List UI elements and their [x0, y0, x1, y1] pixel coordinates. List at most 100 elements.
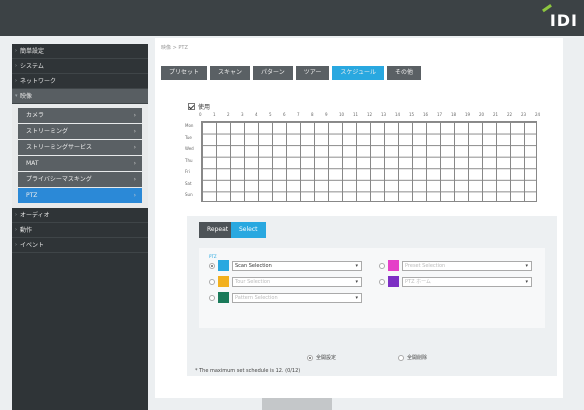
- chevron-right-icon: ›: [133, 112, 136, 119]
- day-label: Fri: [185, 169, 190, 175]
- day-label: Thu: [185, 157, 193, 163]
- dropdown-arrow-icon: ▾: [355, 294, 358, 301]
- schedule-grid: 0 1 2 3 4 5 6 7 8 9 10 11 12 13 14 15 16 17 18 19 20 21 22 23 24…: [185, 112, 549, 204]
- schedule-row-preset: Preset Selection ▾: [379, 260, 532, 271]
- chevron-right-icon: ›: [133, 176, 136, 183]
- schedule-select[interactable]: PTZ ホーム ▾: [402, 276, 532, 287]
- sidebar-item-audio[interactable]: › オーディオ: [12, 208, 148, 223]
- select-all-radio[interactable]: [307, 354, 313, 361]
- logo: IDI: [549, 11, 578, 30]
- schedule-select[interactable]: Pattern Selection ▾: [232, 292, 362, 303]
- hour-label: 6: [283, 112, 286, 117]
- sidebar-subitem-streaming-service[interactable]: ストリーミングサービス ›: [18, 140, 142, 155]
- sidebar: › 簡単設定 › システム › ネットワーク ▾ 映像 カメラ › ストリーミング › スト…: [12, 44, 148, 410]
- hour-label: 19: [465, 112, 471, 117]
- schedule-row-tour: Tour Selection ▾: [209, 276, 362, 287]
- dropdown-arrow-icon: ▾: [525, 262, 528, 269]
- sidebar-subitem-privacy-masking[interactable]: プライバシーマスキング ›: [18, 172, 142, 187]
- use-label: 使用: [198, 104, 211, 111]
- sidebar-subitem-mat[interactable]: MAT ›: [18, 156, 142, 171]
- day-label: Sat: [185, 180, 192, 186]
- color-swatch[interactable]: [218, 276, 229, 287]
- hour-label: 24: [535, 112, 541, 117]
- hour-label: 13: [381, 112, 387, 117]
- day-label: Mon: [185, 123, 194, 128]
- hour-header: 0 1 2 3 4 5 6 7 8 9 10 11 12 13 14 15 16 17 18 19 20 21 22 23 24: [199, 112, 549, 120]
- hour-label: 12: [367, 112, 373, 117]
- sidebar-submenu: カメラ › ストリーミング › ストリーミングサービス › MAT › プライバシーマス…: [12, 104, 148, 208]
- schedule-row-scan: Scan Selection ▾: [209, 260, 362, 271]
- dropdown-arrow-icon: ▾: [355, 262, 358, 269]
- dropdown-arrow-icon: ▾: [525, 278, 528, 285]
- color-swatch[interactable]: [388, 260, 399, 271]
- schedule-row-pattern: Pattern Selection ▾: [209, 292, 362, 303]
- hour-label: 22: [507, 112, 513, 117]
- day-label: Tue: [185, 134, 192, 140]
- color-swatch[interactable]: [388, 276, 399, 287]
- chevron-right-icon: ›: [133, 160, 136, 167]
- sidebar-item-operation[interactable]: › 動作: [12, 223, 148, 238]
- schedule-cells[interactable]: [201, 121, 537, 202]
- top-bar: IDI: [0, 0, 584, 36]
- schedule-radio[interactable]: [379, 278, 385, 285]
- sidebar-subitem-streaming[interactable]: ストリーミング ›: [18, 124, 142, 139]
- delete-all-radio[interactable]: [398, 354, 404, 361]
- hour-label: 2: [227, 112, 230, 117]
- hour-label: 15: [409, 112, 415, 117]
- tab-schedule[interactable]: スケジュール: [332, 66, 384, 80]
- ptz-label: PTZ: [209, 254, 217, 259]
- hour-label: 7: [297, 112, 300, 117]
- chevron-right-icon: ›: [15, 48, 17, 54]
- tab-scan[interactable]: スキャン: [210, 66, 251, 80]
- chevron-right-icon: ›: [133, 144, 136, 151]
- schedule-radio[interactable]: [379, 262, 385, 269]
- schedule-radio[interactable]: [209, 278, 215, 285]
- tab-preset[interactable]: プリセット: [161, 66, 208, 80]
- hour-label: 4: [255, 112, 258, 117]
- chevron-right-icon: ›: [15, 227, 17, 233]
- schedule-select[interactable]: Tour Selection ▾: [232, 276, 362, 287]
- schedule-radio[interactable]: [209, 294, 215, 301]
- tab-other[interactable]: その他: [386, 66, 421, 80]
- hour-label: 0: [199, 112, 202, 117]
- sidebar-item-quick-setup[interactable]: › 簡単設定: [12, 44, 148, 59]
- hour-label: 1: [213, 112, 216, 117]
- ptz-schedule-box: PTZ Scan Selection ▾ Tour Selection ▾ Patt…: [199, 248, 545, 328]
- hour-label: 20: [479, 112, 485, 117]
- hour-label: 18: [451, 112, 457, 117]
- sidebar-subitem-camera[interactable]: カメラ ›: [18, 108, 142, 123]
- schedule-row-ptz-home: PTZ ホーム ▾: [379, 276, 532, 287]
- sidebar-item-video[interactable]: ▾ 映像: [12, 89, 148, 104]
- chevron-right-icon: ›: [133, 128, 136, 135]
- hour-label: 8: [311, 112, 314, 117]
- main-panel: 映像 > PTZ プリセット スキャン パターン ツアー スケジュール その他 …: [155, 38, 563, 398]
- hour-label: 17: [437, 112, 443, 117]
- tab-pattern[interactable]: パターン: [253, 66, 293, 80]
- tab-tour[interactable]: ツアー: [295, 66, 330, 80]
- schedule-radio[interactable]: [209, 262, 215, 269]
- select-button[interactable]: Select: [231, 222, 266, 238]
- color-swatch[interactable]: [218, 292, 229, 303]
- schedule-select[interactable]: Preset Selection ▾: [402, 260, 532, 271]
- sidebar-item-system[interactable]: › システム: [12, 59, 148, 74]
- sidebar-subitem-ptz[interactable]: PTZ ›: [18, 188, 142, 203]
- chevron-right-icon: ›: [15, 63, 17, 69]
- use-row: 使用: [188, 102, 210, 111]
- schedule-select[interactable]: Scan Selection ▾: [232, 260, 362, 271]
- apply-button[interactable]: [262, 398, 332, 410]
- sidebar-item-event[interactable]: › イベント: [12, 238, 148, 253]
- color-swatch[interactable]: [218, 260, 229, 271]
- hour-label: 5: [269, 112, 272, 117]
- day-label: Wed: [185, 146, 194, 152]
- max-schedule-note: * The maximum set schedule is 12. (0/12): [195, 368, 301, 374]
- hour-label: 16: [423, 112, 429, 117]
- chevron-down-icon: ▾: [15, 93, 18, 99]
- tab-bar: プリセット スキャン パターン ツアー スケジュール その他: [161, 66, 421, 80]
- dropdown-arrow-icon: ▾: [355, 278, 358, 285]
- breadcrumb: 映像 > PTZ: [161, 45, 188, 51]
- sidebar-item-network[interactable]: › ネットワーク: [12, 74, 148, 89]
- use-checkbox[interactable]: [188, 103, 195, 110]
- hour-label: 10: [339, 112, 345, 117]
- hour-label: 9: [325, 112, 328, 117]
- hour-label: 23: [521, 112, 527, 117]
